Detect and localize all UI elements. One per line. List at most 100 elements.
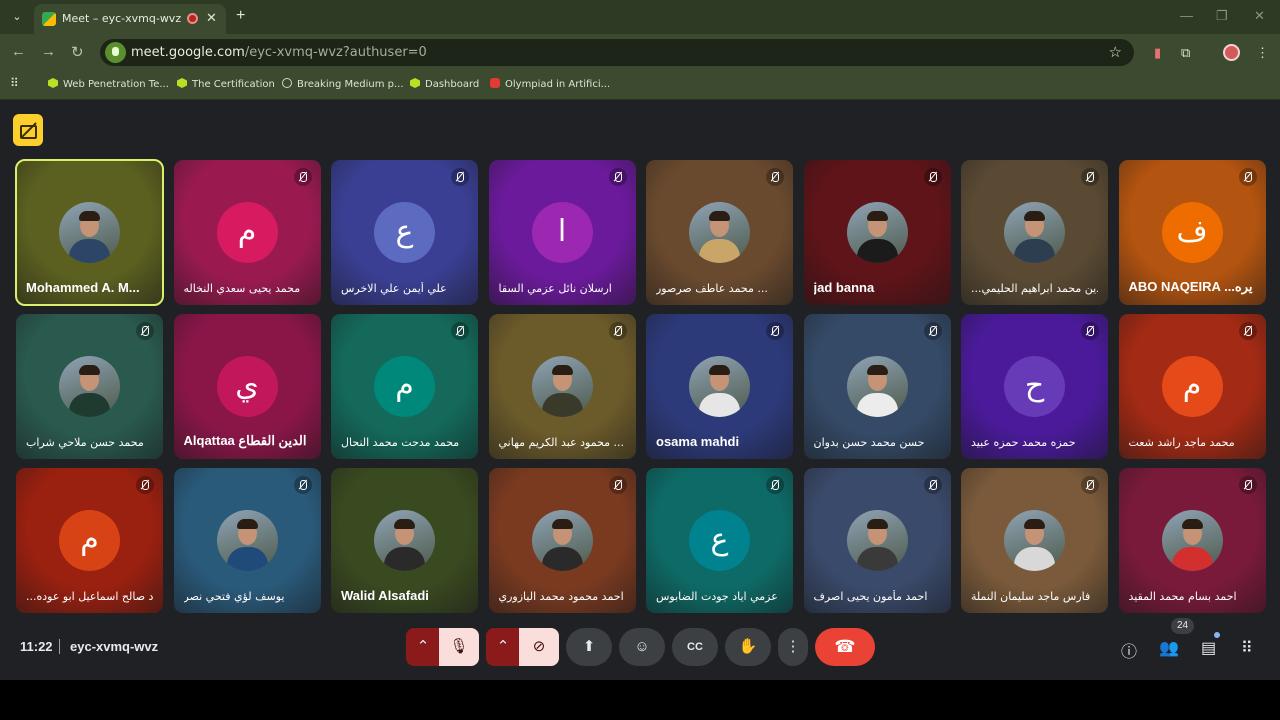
mic-muted-icon	[293, 476, 312, 494]
chevron-up-icon: ⌃	[416, 638, 430, 655]
mic-muted-icon	[293, 168, 312, 186]
present-icon: ⬆	[582, 638, 596, 655]
activities-grid-icon[interactable]: ⠿	[1241, 638, 1253, 658]
participant-name: يوسف لؤي فتحي نصر	[183, 590, 285, 603]
participant-photo-avatar	[846, 356, 908, 417]
apps-grid-icon[interactable]: ⠿	[10, 76, 19, 90]
participant-tile[interactable]: فارس ماجد سليمان النملة	[961, 468, 1108, 613]
bottom-letterbox	[0, 680, 1280, 720]
participant-tile[interactable]: ع عزمي اياد جودت الضابوس	[646, 468, 793, 613]
participant-initial-avatar: م	[59, 510, 120, 571]
tab-search-icon[interactable]: ⌄	[8, 8, 26, 26]
participant-tile[interactable]: احمد بسام محمد المقيد	[1118, 468, 1266, 613]
participant-photo-avatar	[846, 202, 908, 263]
back-icon[interactable]: ←	[11, 43, 26, 60]
participant-name: احمد بسام محمد المقيد	[1128, 590, 1237, 603]
camera-off-button[interactable]: ⊘	[519, 628, 559, 666]
participant-tile[interactable]: يوسف لؤي فتحي نصر	[173, 468, 321, 613]
mic-options-button[interactable]: ⌃	[406, 628, 440, 666]
captions-button[interactable]: CC	[672, 628, 718, 666]
more-vert-icon: ⋮	[785, 638, 801, 655]
camera-options-button[interactable]: ⌃	[486, 628, 520, 666]
participant-tile[interactable]: jad banna	[803, 160, 951, 305]
active-tab[interactable]: Meet – eyc-xvmq-wvz ✕	[34, 4, 226, 34]
bookmark-2[interactable]: The Certification	[177, 78, 275, 90]
leave-call-button[interactable]: ☎	[815, 628, 875, 666]
mic-muted-icon	[1238, 476, 1257, 494]
present-screen-button[interactable]: ⬆	[566, 628, 612, 666]
more-options-button[interactable]: ⋮	[778, 628, 808, 666]
participant-tile[interactable]: محمود عبد الكريم مهاني ...	[488, 314, 636, 459]
participant-tile[interactable]: محمد عاطف صرصور ...	[646, 160, 793, 305]
participant-name: محمد حسن ملاحي شراب	[26, 436, 144, 449]
participant-tile[interactable]: osama mahdi	[646, 314, 793, 459]
emoji-icon: ☺	[634, 638, 650, 655]
mic-muted-icon	[608, 476, 627, 494]
mic-muted-icon	[766, 476, 784, 494]
participant-name: ABO NAQEIRA ...يره	[1128, 279, 1253, 294]
participant-tile[interactable]: احمد محمود محمد اليازوري	[488, 468, 636, 613]
participant-tile[interactable]: م ...د صالح اسماعيل ابو عوده	[16, 468, 163, 613]
address-bar[interactable]: meet.google.com/eyc-xvmq-wvz?authuser=0 …	[100, 39, 1134, 66]
meeting-info-icon[interactable]: ⓘ	[1121, 638, 1137, 662]
bookmark-3[interactable]: Breaking Medium p...	[282, 78, 404, 90]
recording-indicator-icon	[187, 13, 198, 24]
participant-tile[interactable]: احمد مأمون يحيى اصرف	[803, 468, 951, 613]
restore-icon[interactable]: ❐	[1216, 8, 1228, 24]
site-mic-permission-icon[interactable]	[105, 42, 126, 63]
participant-tile[interactable]: Walid Alsafadi	[331, 468, 478, 613]
mic-muted-icon	[451, 168, 469, 186]
extensions-puzzle-icon[interactable]: ⧉	[1181, 45, 1190, 61]
participant-initial-avatar: ي	[216, 356, 278, 417]
participant-name: محمود عبد الكريم مهاني ...	[498, 436, 625, 449]
participant-initial-avatar: م	[1161, 356, 1223, 417]
participant-tile[interactable]: حسن محمد حسن بدوان	[803, 314, 951, 459]
participant-tile[interactable]: م محمد ماجد راشد شعت	[1118, 314, 1266, 459]
participant-name: محمد مدحت محمد النحال	[341, 436, 460, 449]
bookmark-5[interactable]: Olympiad in Artifici...	[490, 78, 610, 90]
hex-icon	[177, 78, 187, 88]
hex-icon	[48, 78, 58, 88]
captions-icon: CC	[687, 641, 703, 653]
bookmark-star-icon[interactable]: ☆	[1109, 43, 1122, 61]
participant-tile[interactable]: ا ارسلان نائل عزمي السقا	[488, 160, 636, 305]
participant-photo-avatar	[1004, 202, 1065, 263]
participant-name: فارس ماجد سليمان النملة	[971, 590, 1091, 603]
close-tab-icon[interactable]: ✕	[206, 10, 217, 26]
participant-tile[interactable]: ف ABO NAQEIRA ...يره	[1118, 160, 1266, 305]
participant-name: احمد مأمون يحيى اصرف	[813, 590, 928, 603]
microphone-off-button[interactable]: 🎙	[439, 628, 479, 666]
forward-icon[interactable]: →	[41, 43, 56, 60]
camera-warning-icon[interactable]	[13, 114, 43, 146]
bookmark-1[interactable]: Web Penetration Te...	[48, 78, 169, 90]
profile-avatar[interactable]	[1223, 44, 1240, 61]
participant-photo-avatar	[531, 356, 593, 417]
close-window-icon[interactable]: ✕	[1254, 8, 1265, 24]
participant-name: Mohammed A. M...	[26, 280, 140, 295]
mic-muted-icon	[608, 168, 627, 186]
people-icon[interactable]: 👥	[1159, 638, 1179, 658]
new-tab-icon[interactable]: +	[236, 7, 245, 25]
bookmark-4[interactable]: Dashboard	[410, 78, 479, 90]
participant-photo-avatar	[531, 510, 593, 571]
chat-icon[interactable]: ▤	[1201, 638, 1216, 658]
participant-tile[interactable]: م محمد مدحت محمد النحال	[331, 314, 478, 459]
participant-tile[interactable]: ح حمزه محمد حمزه عبيد	[961, 314, 1108, 459]
browser-menu-icon[interactable]: ⋮	[1256, 45, 1269, 61]
participant-tile[interactable]: محمد حسن ملاحي شراب	[16, 314, 163, 459]
mic-muted-icon	[608, 322, 627, 340]
bookmarks-bar: ⠿ Web Penetration Te... The Certificatio…	[0, 70, 1280, 100]
participant-name: احمد محمود محمد اليازوري	[498, 590, 624, 603]
raise-hand-button[interactable]: ✋	[725, 628, 771, 666]
minimize-icon[interactable]: —	[1180, 8, 1193, 23]
emoji-reactions-button[interactable]: ☺	[619, 628, 665, 666]
participant-tile[interactable]: م محمد يحيى سعدي النخاله	[173, 160, 321, 305]
participant-photo-avatar	[1004, 510, 1065, 571]
participant-tile[interactable]: ...دين محمد ابراهيم الحليمي	[961, 160, 1108, 305]
participant-initial-avatar: م	[374, 356, 435, 417]
extension-icon[interactable]: ▮	[1154, 45, 1161, 61]
participant-tile[interactable]: ي Alqattaa الدين القطاع ...	[173, 314, 321, 459]
participant-tile[interactable]: Mohammed A. M...	[15, 159, 164, 306]
participant-tile[interactable]: ع علي أيمن علي الاخرس	[331, 160, 478, 305]
reload-icon[interactable]: ↻	[71, 43, 84, 61]
